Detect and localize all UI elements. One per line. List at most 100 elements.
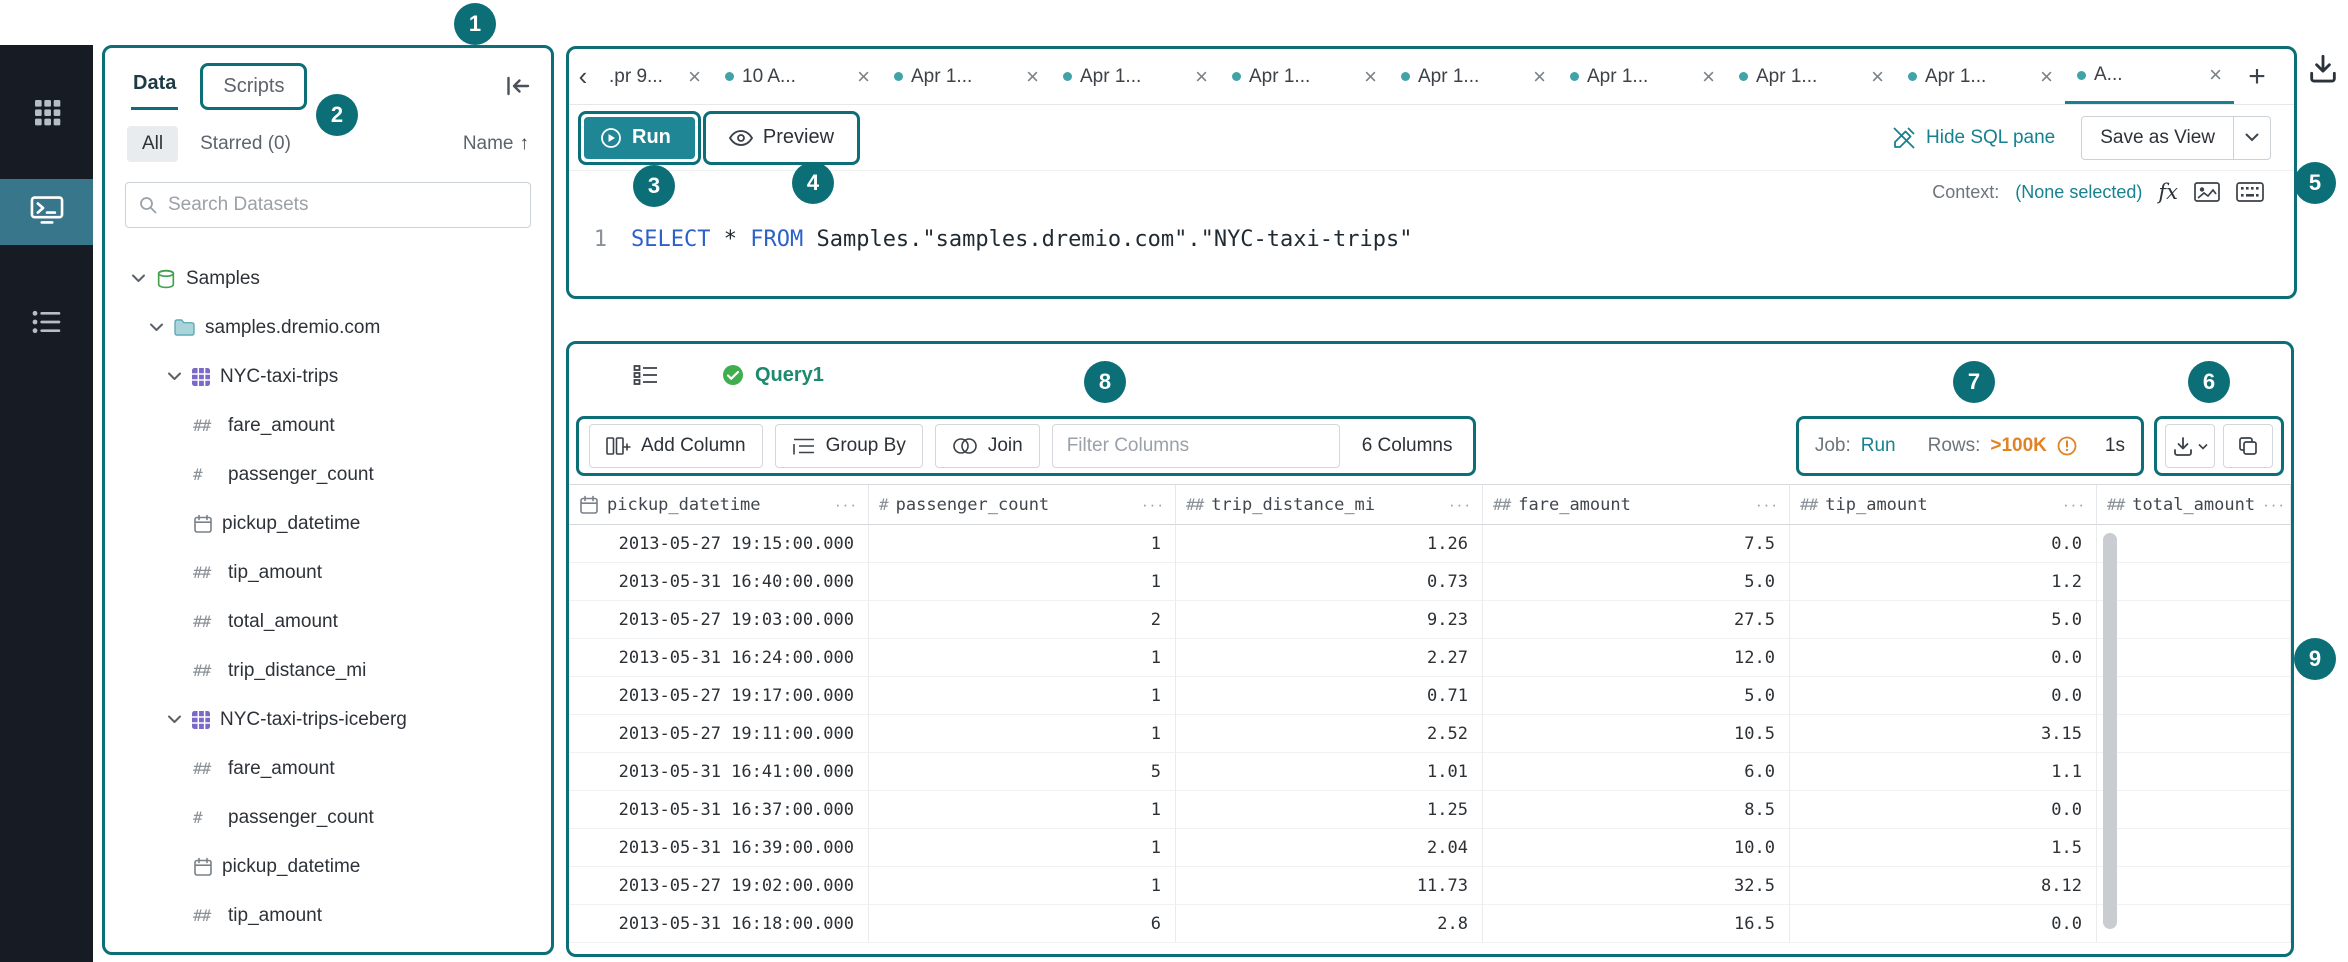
close-tab-icon[interactable]: × bbox=[1871, 66, 1884, 88]
copy-results-button[interactable] bbox=[2223, 424, 2273, 468]
table-cell[interactable]: 27.5 bbox=[1483, 601, 1790, 639]
table-cell[interactable]: 3.15 bbox=[1790, 715, 2097, 753]
tree-item-pickup_datetime[interactable]: pickup_datetime bbox=[105, 842, 551, 891]
tab-scripts[interactable]: Scripts bbox=[200, 63, 307, 110]
save-as-view-button[interactable]: Save as View bbox=[2081, 116, 2271, 160]
table-cell[interactable] bbox=[2097, 715, 2291, 753]
table-cell[interactable]: 8.12 bbox=[1790, 867, 2097, 905]
collapse-panel-button[interactable] bbox=[505, 75, 531, 97]
keyboard-shortcuts-icon[interactable] bbox=[2236, 182, 2264, 202]
tree-item-samples.dremio.com[interactable]: samples.dremio.com bbox=[105, 303, 551, 352]
table-cell[interactable]: 1 bbox=[869, 829, 1176, 867]
tree-item-total_amount[interactable]: ##total_amount bbox=[105, 597, 551, 646]
table-cell[interactable]: 0.0 bbox=[1790, 639, 2097, 677]
table-cell[interactable]: 9.23 bbox=[1176, 601, 1483, 639]
column-header-pickup_datetime[interactable]: pickup_datetime··· bbox=[569, 485, 869, 525]
table-cell[interactable]: 1.25 bbox=[1176, 791, 1483, 829]
close-tab-icon[interactable]: × bbox=[1533, 66, 1546, 88]
table-cell[interactable]: 12.0 bbox=[1483, 639, 1790, 677]
function-icon[interactable]: fx bbox=[2158, 180, 2178, 204]
warning-icon[interactable] bbox=[2057, 436, 2077, 456]
table-cell[interactable]: 2013-05-27 19:17:00.000 bbox=[569, 677, 869, 715]
table-cell[interactable] bbox=[2097, 791, 2291, 829]
table-cell[interactable]: 0.0 bbox=[1790, 525, 2097, 563]
close-tab-icon[interactable]: × bbox=[2040, 66, 2053, 88]
table-cell[interactable]: 0.0 bbox=[1790, 905, 2097, 943]
add-column-button[interactable]: Add Column bbox=[589, 424, 763, 468]
close-tab-icon[interactable]: × bbox=[1026, 66, 1039, 88]
table-cell[interactable]: 16.5 bbox=[1483, 905, 1790, 943]
close-tab-icon[interactable]: × bbox=[688, 66, 701, 88]
table-cell[interactable]: 2.27 bbox=[1176, 639, 1483, 677]
tree-item-passenger_count[interactable]: #passenger_count bbox=[105, 793, 551, 842]
group-by-button[interactable]: Group By bbox=[775, 424, 923, 468]
table-cell[interactable]: 5.0 bbox=[1790, 601, 2097, 639]
table-cell[interactable] bbox=[2097, 601, 2291, 639]
script-tab[interactable]: Apr 1...× bbox=[882, 49, 1051, 104]
nav-sql-runner-button[interactable] bbox=[0, 179, 93, 245]
chevron-down-icon[interactable] bbox=[2234, 133, 2270, 142]
column-menu-icon[interactable]: ··· bbox=[2263, 495, 2286, 515]
tree-item-tip_amount[interactable]: ##tip_amount bbox=[105, 891, 551, 940]
script-tab[interactable]: Apr 1...× bbox=[1051, 49, 1220, 104]
tree-item-Samples[interactable]: Samples bbox=[105, 254, 551, 303]
column-menu-icon[interactable]: ··· bbox=[2063, 495, 2086, 515]
filter-starred-button[interactable]: Starred (0) bbox=[200, 133, 291, 155]
table-cell[interactable] bbox=[2097, 905, 2291, 943]
table-cell[interactable]: 32.5 bbox=[1483, 867, 1790, 905]
column-header-total_amount[interactable]: ##total_amount··· bbox=[2097, 485, 2291, 525]
vertical-scrollbar[interactable] bbox=[2103, 533, 2117, 929]
sql-code-line[interactable]: 1 SELECT * FROM Samples."samples.dremio.… bbox=[569, 213, 2294, 252]
tab-data[interactable]: Data bbox=[131, 62, 178, 110]
join-button[interactable]: Join bbox=[935, 424, 1040, 468]
table-cell[interactable]: 2013-05-27 19:11:00.000 bbox=[569, 715, 869, 753]
table-cell[interactable]: 1.2 bbox=[1790, 563, 2097, 601]
table-cell[interactable]: 0.0 bbox=[1790, 791, 2097, 829]
chevron-down-icon[interactable] bbox=[131, 274, 146, 283]
script-tab[interactable]: A...× bbox=[2065, 49, 2234, 104]
chevron-down-icon[interactable] bbox=[167, 372, 182, 381]
query-result-tab[interactable]: Query1 bbox=[721, 363, 824, 387]
tabs-scroll-left-button[interactable]: ‹ bbox=[569, 49, 597, 104]
chevron-down-icon[interactable] bbox=[149, 323, 164, 332]
table-cell[interactable]: 5.0 bbox=[1483, 563, 1790, 601]
script-tab[interactable]: 10 A...× bbox=[713, 49, 882, 104]
table-cell[interactable] bbox=[2097, 867, 2291, 905]
filter-columns-input[interactable] bbox=[1052, 424, 1340, 468]
tree-item-NYC-taxi-trips-iceberg[interactable]: NYC-taxi-trips-iceberg bbox=[105, 695, 551, 744]
table-cell[interactable]: 1 bbox=[869, 791, 1176, 829]
close-tab-icon[interactable]: × bbox=[1364, 66, 1377, 88]
table-cell[interactable]: 1 bbox=[869, 639, 1176, 677]
table-cell[interactable] bbox=[2097, 525, 2291, 563]
table-cell[interactable] bbox=[2097, 753, 2291, 791]
column-header-trip_distance_mi[interactable]: ##trip_distance_mi··· bbox=[1176, 485, 1483, 525]
filter-all-button[interactable]: All bbox=[127, 126, 178, 162]
column-header-passenger_count[interactable]: #passenger_count··· bbox=[869, 485, 1176, 525]
table-cell[interactable]: 2013-05-31 16:40:00.000 bbox=[569, 563, 869, 601]
table-cell[interactable] bbox=[2097, 639, 2291, 677]
table-cell[interactable]: 2013-05-31 16:24:00.000 bbox=[569, 639, 869, 677]
tree-item-fare_amount[interactable]: ##fare_amount bbox=[105, 401, 551, 450]
new-script-tab-button[interactable]: + bbox=[2234, 49, 2280, 104]
column-menu-icon[interactable]: ··· bbox=[835, 495, 858, 515]
script-tab[interactable]: .pr 9...× bbox=[597, 49, 713, 104]
column-header-tip_amount[interactable]: ##tip_amount··· bbox=[1790, 485, 2097, 525]
table-cell[interactable]: 2013-05-27 19:03:00.000 bbox=[569, 601, 869, 639]
dataset-panel-icon[interactable] bbox=[2194, 182, 2220, 202]
script-tab[interactable]: Apr 1...× bbox=[1558, 49, 1727, 104]
table-cell[interactable] bbox=[2097, 829, 2291, 867]
table-cell[interactable]: 10.5 bbox=[1483, 715, 1790, 753]
table-cell[interactable]: 2013-05-31 16:39:00.000 bbox=[569, 829, 869, 867]
table-cell[interactable]: 5 bbox=[869, 753, 1176, 791]
table-cell[interactable]: 1.5 bbox=[1790, 829, 2097, 867]
table-cell[interactable]: 7.5 bbox=[1483, 525, 1790, 563]
table-cell[interactable]: 5.0 bbox=[1483, 677, 1790, 715]
tree-item-fare_amount[interactable]: ##fare_amount bbox=[105, 744, 551, 793]
tree-item-tip_amount[interactable]: ##tip_amount bbox=[105, 548, 551, 597]
column-menu-icon[interactable]: ··· bbox=[1756, 495, 1779, 515]
table-cell[interactable]: 10.0 bbox=[1483, 829, 1790, 867]
tree-item-pickup_datetime[interactable]: pickup_datetime bbox=[105, 499, 551, 548]
column-menu-icon[interactable]: ··· bbox=[1449, 495, 1472, 515]
table-cell[interactable]: 1 bbox=[869, 715, 1176, 753]
table-cell[interactable]: 11.73 bbox=[1176, 867, 1483, 905]
